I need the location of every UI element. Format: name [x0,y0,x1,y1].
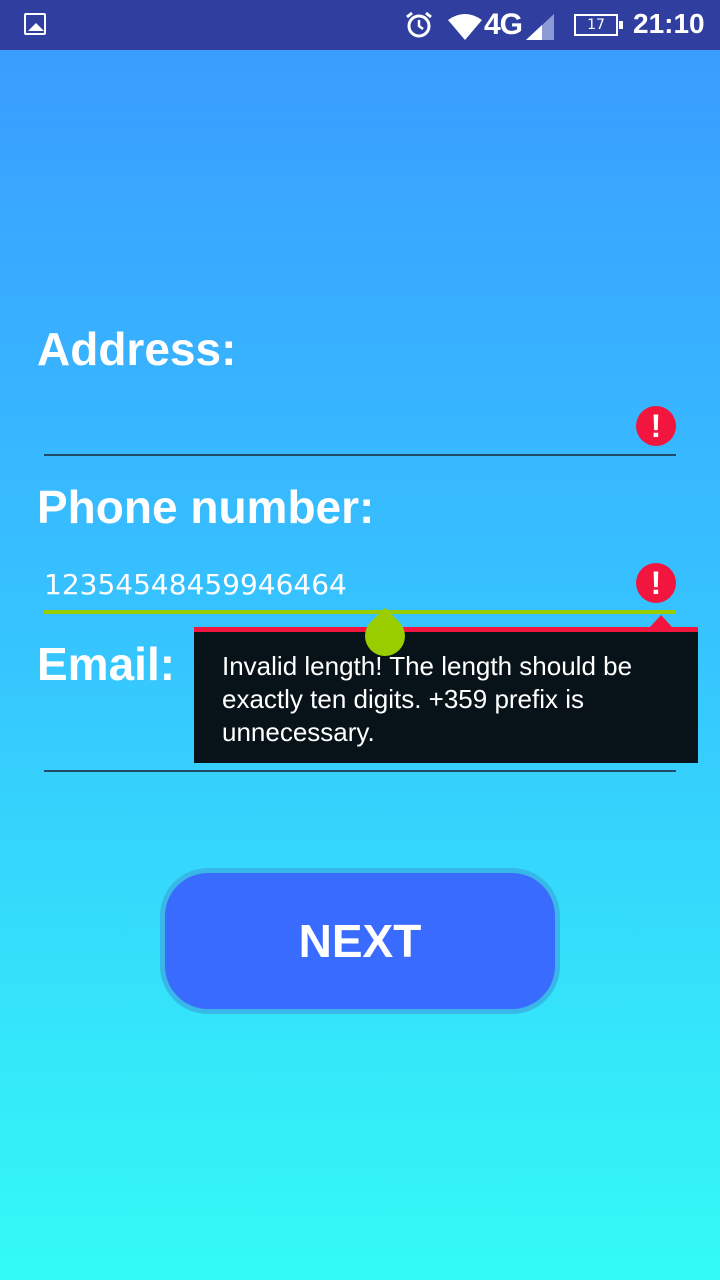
next-button[interactable]: NEXT [160,868,560,1014]
wifi-icon [448,14,482,40]
error-tooltip: Invalid length! The length should be exa… [194,632,698,763]
battery-level: 17 [587,17,605,33]
status-bar: 4G 17 21:10 [0,0,720,50]
alarm-icon [406,11,432,38]
image-icon [24,13,46,35]
address-underline [44,454,676,456]
battery-icon: 17 [574,14,623,36]
phone-error-icon: ! [636,563,676,603]
address-label: Address: [37,323,237,375]
signal-icon [526,14,554,40]
address-error-icon: ! [636,406,676,446]
error-tooltip-arrow [650,615,672,627]
address-input[interactable] [44,406,676,446]
email-label: Email: [37,638,176,690]
email-underline [44,770,676,772]
status-time: 21:10 [633,8,705,39]
phone-underline [44,610,676,614]
phone-label: Phone number: [37,481,375,533]
network-type: 4G [484,8,523,41]
phone-input[interactable] [44,564,676,604]
